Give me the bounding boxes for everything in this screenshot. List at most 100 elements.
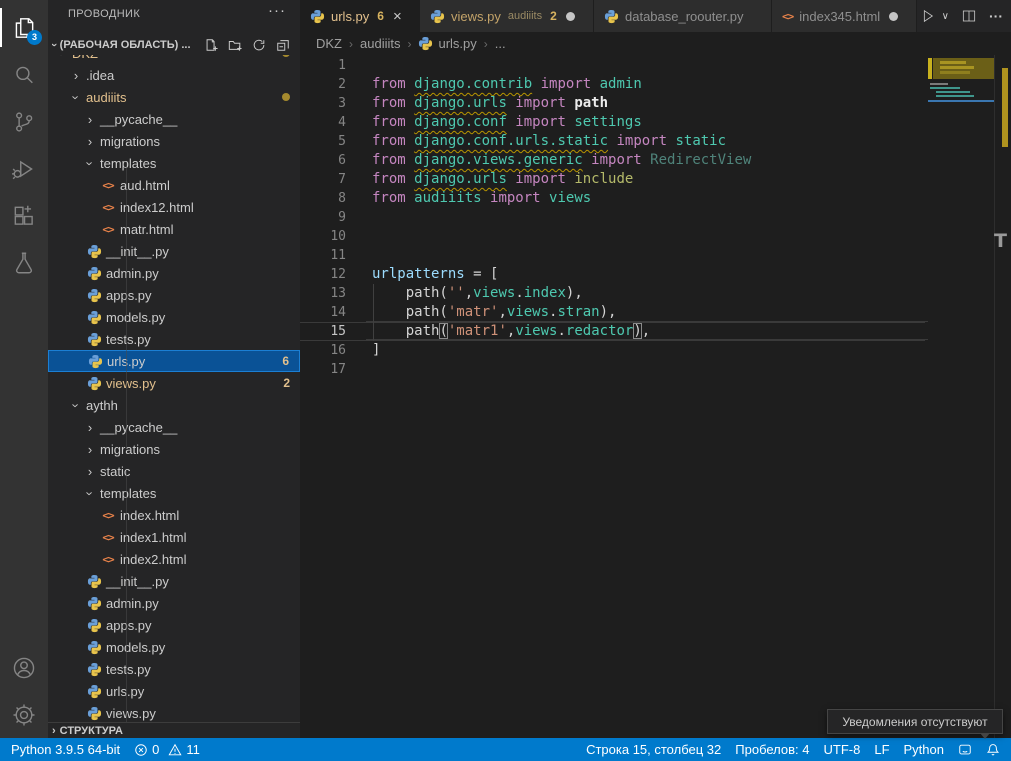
tree-item-audiiits[interactable]: ›audiiits xyxy=(48,86,300,108)
tree-item-apps.py[interactable]: apps.py xyxy=(48,284,300,306)
tree-item-label: __pycache__ xyxy=(100,112,177,127)
tree-item-views.py[interactable]: views.py2 xyxy=(48,372,300,394)
modified-dot-icon[interactable] xyxy=(566,12,575,21)
tree-item-index12.html[interactable]: <>index12.html xyxy=(48,196,300,218)
status-language-mode[interactable]: Python xyxy=(897,738,951,761)
tree-item-__pycache__[interactable]: ›__pycache__ xyxy=(48,108,300,130)
tree-item-__init__.py[interactable]: __init__.py xyxy=(48,240,300,262)
tab-views.py[interactable]: views.pyaudiiits2 xyxy=(420,0,594,32)
bell-icon[interactable] xyxy=(979,738,1007,761)
code-line-2[interactable]: 2from django.contrib import admin xyxy=(300,75,925,94)
tree-item-.idea[interactable]: ›.idea xyxy=(48,64,300,86)
code-line-9[interactable]: 9 xyxy=(300,208,925,227)
tree-item-matr.html[interactable]: <>matr.html xyxy=(48,218,300,240)
tab-urls.py[interactable]: urls.py6× xyxy=(300,0,420,32)
tree-item-label: index12.html xyxy=(120,200,194,215)
status-python-interpreter[interactable]: Python 3.9.5 64-bit xyxy=(4,738,127,761)
status-problems[interactable]: 011 xyxy=(127,738,207,761)
outline-section-header[interactable]: › СТРУКТУРА xyxy=(48,722,300,739)
breadcrumb-label: DKZ xyxy=(316,36,342,51)
tree-item-models.py[interactable]: models.py xyxy=(48,306,300,328)
code-line-12[interactable]: 12urlpatterns = [ xyxy=(300,265,925,284)
collapse-all-icon[interactable] xyxy=(274,36,292,54)
code-line-4[interactable]: 4from django.conf import settings xyxy=(300,113,925,132)
run-icon[interactable] xyxy=(920,8,936,24)
tree-item-urls.py[interactable]: urls.py6 xyxy=(48,350,300,372)
tree-item-tests.py[interactable]: tests.py xyxy=(48,658,300,680)
breadcrumb-item-audiiits[interactable]: audiiits xyxy=(360,36,400,51)
code-line-3[interactable]: 3from django.urls import path xyxy=(300,94,925,113)
tree-item-admin.py[interactable]: admin.py xyxy=(48,592,300,614)
tree-item-index.html[interactable]: <>index.html xyxy=(48,504,300,526)
code-line-11[interactable]: 11 xyxy=(300,246,925,265)
code-line-16[interactable]: 16] xyxy=(300,341,925,360)
tree-item-apps.py[interactable]: apps.py xyxy=(48,614,300,636)
status-cursor-position[interactable]: Строка 15, столбец 32 xyxy=(579,738,728,761)
tab-index345.html[interactable]: <>index345.html xyxy=(772,0,917,32)
code-line-15[interactable]: 15 path('matr1',views.redactor), xyxy=(300,322,925,341)
tree-item-templates[interactable]: ›templates xyxy=(48,482,300,504)
extensions-icon[interactable] xyxy=(0,192,48,239)
tree-item-tests.py[interactable]: tests.py xyxy=(48,328,300,350)
breadcrumb-item-urls.py[interactable]: urls.py xyxy=(418,36,476,51)
sidebar-more-actions-icon[interactable]: ··· xyxy=(268,2,286,19)
breadcrumb-item-DKZ[interactable]: DKZ xyxy=(316,36,342,51)
minimap[interactable] xyxy=(928,55,994,738)
split-editor-icon[interactable] xyxy=(961,8,977,24)
tree-item-static[interactable]: ›static xyxy=(48,460,300,482)
account-icon[interactable] xyxy=(0,644,48,691)
tree-item-migrations[interactable]: ›migrations xyxy=(48,438,300,460)
tree-item-urls.py[interactable]: urls.py xyxy=(48,680,300,702)
tree-item-views.py[interactable]: views.py xyxy=(48,702,300,722)
tree-item-index2.html[interactable]: <>index2.html xyxy=(48,548,300,570)
tree-item-aythh[interactable]: ›aythh xyxy=(48,394,300,416)
refresh-icon[interactable] xyxy=(250,36,268,54)
code-line-14[interactable]: 14 path('matr',views.stran), xyxy=(300,303,925,322)
tab-database_roouter.py[interactable]: database_roouter.py xyxy=(594,0,772,32)
source-control-icon[interactable] xyxy=(0,98,48,145)
tree-item-migrations[interactable]: ›migrations xyxy=(48,130,300,152)
new-file-icon[interactable] xyxy=(202,36,220,54)
code-line-10[interactable]: 10 xyxy=(300,227,925,246)
tree-item-aud.html[interactable]: <>aud.html xyxy=(48,174,300,196)
line-number: 13 xyxy=(300,284,346,303)
warning-count: 11 xyxy=(186,742,200,757)
code-line-7[interactable]: 7from django.urls import include xyxy=(300,170,925,189)
tree-item-admin.py[interactable]: admin.py xyxy=(48,262,300,284)
line-number: 6 xyxy=(300,151,346,170)
code-line-5[interactable]: 5from django.conf.urls.static import sta… xyxy=(300,132,925,151)
code-line-8[interactable]: 8from audiiits import views xyxy=(300,189,925,208)
workspace-section-header[interactable]: › (РАБОЧАЯ ОБЛАСТЬ) ... xyxy=(48,35,300,55)
search-icon[interactable] xyxy=(0,51,48,98)
tree-item-index1.html[interactable]: <>index1.html xyxy=(48,526,300,548)
tree-item-DKZ[interactable]: ›DKZ xyxy=(48,55,300,64)
status-indentation[interactable]: Пробелов: 4 xyxy=(728,738,816,761)
tree-item-label: __pycache__ xyxy=(100,420,177,435)
code-line-17[interactable]: 17 xyxy=(300,360,925,379)
scrollbar-track[interactable] xyxy=(994,55,995,738)
run-dropdown-icon[interactable]: ∨ xyxy=(942,11,949,22)
settings-icon[interactable] xyxy=(0,691,48,738)
breadcrumb-item-...[interactable]: ... xyxy=(495,36,506,51)
tree-item-templates[interactable]: ›templates xyxy=(48,152,300,174)
tree-item-models.py[interactable]: models.py xyxy=(48,636,300,658)
stray-t-glyph: T xyxy=(994,230,1011,252)
tree-item-label: matr.html xyxy=(120,222,173,237)
new-folder-icon[interactable] xyxy=(226,36,244,54)
code-editor[interactable]: 12from django.contrib import admin3from … xyxy=(300,55,1011,738)
status-eol[interactable]: LF xyxy=(867,738,896,761)
tree-item-__pycache__[interactable]: ›__pycache__ xyxy=(48,416,300,438)
code-line-13[interactable]: 13 path('',views.index), xyxy=(300,284,925,303)
code-line-1[interactable]: 1 xyxy=(300,56,925,75)
run-debug-icon[interactable] xyxy=(0,145,48,192)
close-icon[interactable]: × xyxy=(393,9,402,24)
tab-problems-badge: 2 xyxy=(550,9,557,23)
modified-dot-icon[interactable] xyxy=(889,12,898,21)
feedback-icon[interactable] xyxy=(951,738,979,761)
status-encoding[interactable]: UTF-8 xyxy=(817,738,868,761)
tree-item-__init__.py[interactable]: __init__.py xyxy=(48,570,300,592)
more-actions-icon[interactable]: ··· xyxy=(989,8,1003,24)
explorer-icon[interactable]: 3 xyxy=(0,4,48,51)
testing-icon[interactable] xyxy=(0,239,48,286)
code-line-6[interactable]: 6from django.views.generic import Redire… xyxy=(300,151,925,170)
